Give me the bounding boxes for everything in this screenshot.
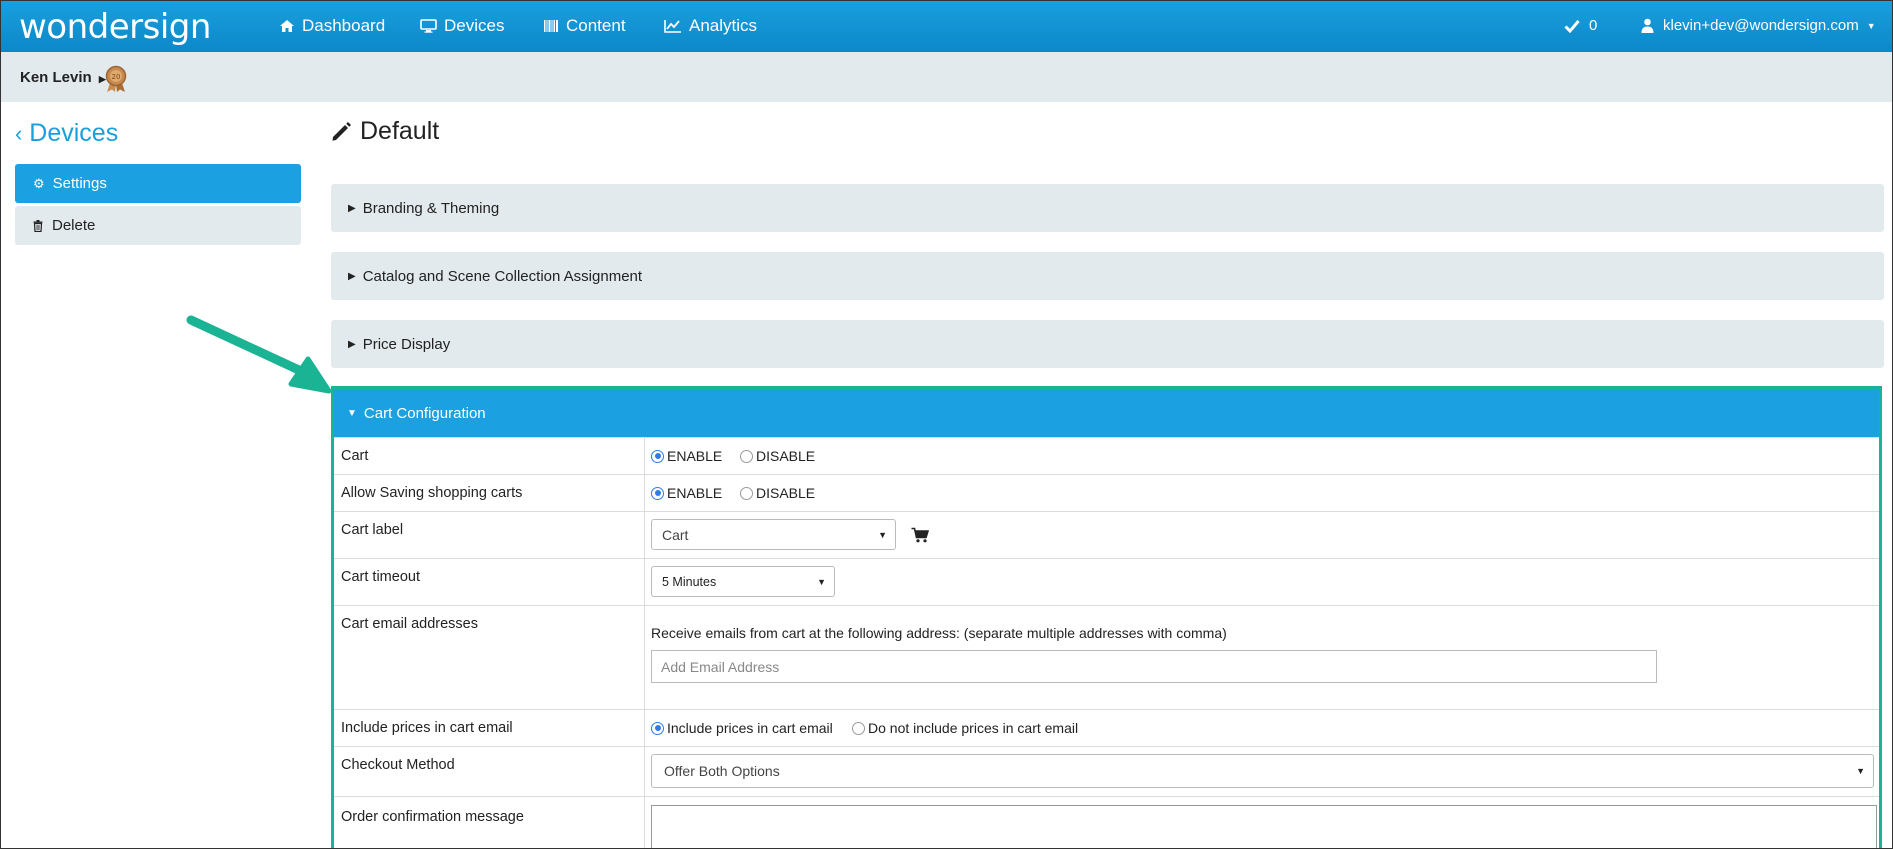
panel-cart-configuration: ▼ Cart Configuration Cart ENABLE DISABLE… <box>331 386 1882 848</box>
chevron-down-icon: ▼ <box>817 576 826 587</box>
row-cart-timeout: Cart timeout 5 Minutes ▼ <box>334 558 1879 605</box>
exclude-prices-radio[interactable]: Do not include prices in cart email <box>852 720 1078 736</box>
panel-price-display[interactable]: ▶ Price Display <box>331 320 1884 368</box>
row-cart: Cart ENABLE DISABLE <box>334 437 1879 474</box>
notifications[interactable]: 0 <box>1564 17 1597 34</box>
row-value <box>644 797 1877 848</box>
include-prices-radio[interactable]: Include prices in cart email <box>651 720 833 736</box>
row-cart-emails: Cart email addresses Receive emails from… <box>334 605 1879 709</box>
select-value: Cart <box>662 526 689 543</box>
row-label: Cart email addresses <box>341 616 478 632</box>
radio-checked <box>651 486 664 500</box>
row-value: Offer Both Options ▼ <box>644 747 1874 796</box>
radio-unchecked <box>740 449 753 463</box>
cart-label-select[interactable]: Cart ▼ <box>651 519 896 550</box>
monitor-icon <box>420 19 437 33</box>
row-label: Order confirmation message <box>341 809 524 825</box>
notifications-count: 0 <box>1589 17 1598 34</box>
saving-disable-radio[interactable]: DISABLE <box>740 485 815 501</box>
panel-branding-theming[interactable]: ▶ Branding & Theming <box>331 184 1884 232</box>
user-icon <box>1641 18 1654 33</box>
row-cart-label: Cart label Cart ▼ <box>334 511 1879 558</box>
radio-label: ENABLE <box>667 448 723 464</box>
caret-right-icon: ▶ <box>348 202 356 214</box>
nav-content-label: Content <box>566 16 626 35</box>
row-label: Cart timeout <box>341 569 420 585</box>
chevron-down-icon: ▼ <box>1856 766 1865 776</box>
annotation-arrow <box>186 315 332 394</box>
nav-analytics[interactable]: Analytics <box>664 16 757 36</box>
radio-label: Include prices in cart email <box>667 720 833 736</box>
row-value: Include prices in cart email Do not incl… <box>644 710 1078 746</box>
row-checkout-method: Checkout Method Offer Both Options ▼ <box>334 746 1879 796</box>
cart-configuration-header[interactable]: ▼ Cart Configuration <box>334 389 1879 437</box>
row-label: Cart <box>341 448 369 464</box>
radio-label: DISABLE <box>756 485 816 501</box>
panel-price-label: Price Display <box>362 335 451 353</box>
row-allow-saving: Allow Saving shopping carts ENABLE DISAB… <box>334 474 1879 511</box>
radio-unchecked <box>852 721 865 735</box>
row-value: Cart ▼ <box>644 512 929 558</box>
user-menu[interactable]: klevin+dev@wondersign.com ▼ <box>1641 17 1876 34</box>
row-include-prices: Include prices in cart email Include pri… <box>334 709 1879 746</box>
radio-label: DISABLE <box>756 448 816 464</box>
radio-checked <box>651 721 664 735</box>
radio-checked <box>651 449 664 463</box>
panel-catalog-assignment[interactable]: ▶ Catalog and Scene Collection Assignmen… <box>331 252 1884 300</box>
nav-devices-label: Devices <box>444 16 505 35</box>
saving-enable-radio[interactable]: ENABLE <box>651 485 722 501</box>
caret-right-icon: ▶ <box>348 338 356 350</box>
row-label: Allow Saving shopping carts <box>341 485 523 501</box>
order-confirmation-textarea[interactable] <box>651 805 1877 848</box>
page-title: Default <box>331 117 439 146</box>
cart-enable-radio[interactable]: ENABLE <box>651 448 722 464</box>
row-value: ENABLE DISABLE <box>644 438 815 474</box>
radio-unchecked <box>740 486 753 500</box>
nav-content[interactable]: Content <box>543 16 626 36</box>
panel-branding-label: Branding & Theming <box>362 199 500 217</box>
page-title-text: Default <box>360 117 440 145</box>
email-instruction: Receive emails from cart at the followin… <box>651 625 1227 641</box>
checkout-method-select[interactable]: Offer Both Options ▼ <box>651 754 1874 788</box>
cart-disable-radio[interactable]: DISABLE <box>740 448 815 464</box>
row-label: Cart label <box>341 522 404 538</box>
row-value: Receive emails from cart at the followin… <box>644 606 1657 709</box>
row-value: 5 Minutes ▼ <box>644 559 835 605</box>
cart-timeout-select[interactable]: 5 Minutes ▼ <box>651 566 835 597</box>
radio-label: Do not include prices in cart email <box>868 720 1079 736</box>
radio-label: ENABLE <box>667 485 723 501</box>
row-order-confirmation: Order confirmation message <box>334 796 1879 848</box>
app-window: wondersign Dashboard Devices Content Ana… <box>0 0 1893 849</box>
cart-configuration-title: Cart Configuration <box>363 404 486 422</box>
chevron-down-icon: ▼ <box>878 529 887 540</box>
cart-icon <box>911 527 929 543</box>
row-label: Checkout Method <box>341 757 455 773</box>
user-email: klevin+dev@wondersign.com <box>1663 17 1859 34</box>
check-icon <box>1564 19 1580 33</box>
select-value: 5 Minutes <box>662 574 717 589</box>
email-address-input[interactable] <box>651 650 1657 683</box>
barcode-icon <box>544 20 558 32</box>
nav-devices[interactable]: Devices <box>420 16 504 36</box>
panel-catalog-label: Catalog and Scene Collection Assignment <box>362 267 643 285</box>
line-chart-icon <box>664 20 681 33</box>
row-label: Include prices in cart email <box>341 720 513 736</box>
row-value: ENABLE DISABLE <box>644 475 815 511</box>
chevron-down-icon: ▼ <box>1866 20 1876 31</box>
select-value: Offer Both Options <box>664 763 780 779</box>
nav-analytics-label: Analytics <box>689 16 758 35</box>
caret-down-icon: ▼ <box>347 407 357 419</box>
caret-right-icon: ▶ <box>348 270 356 282</box>
